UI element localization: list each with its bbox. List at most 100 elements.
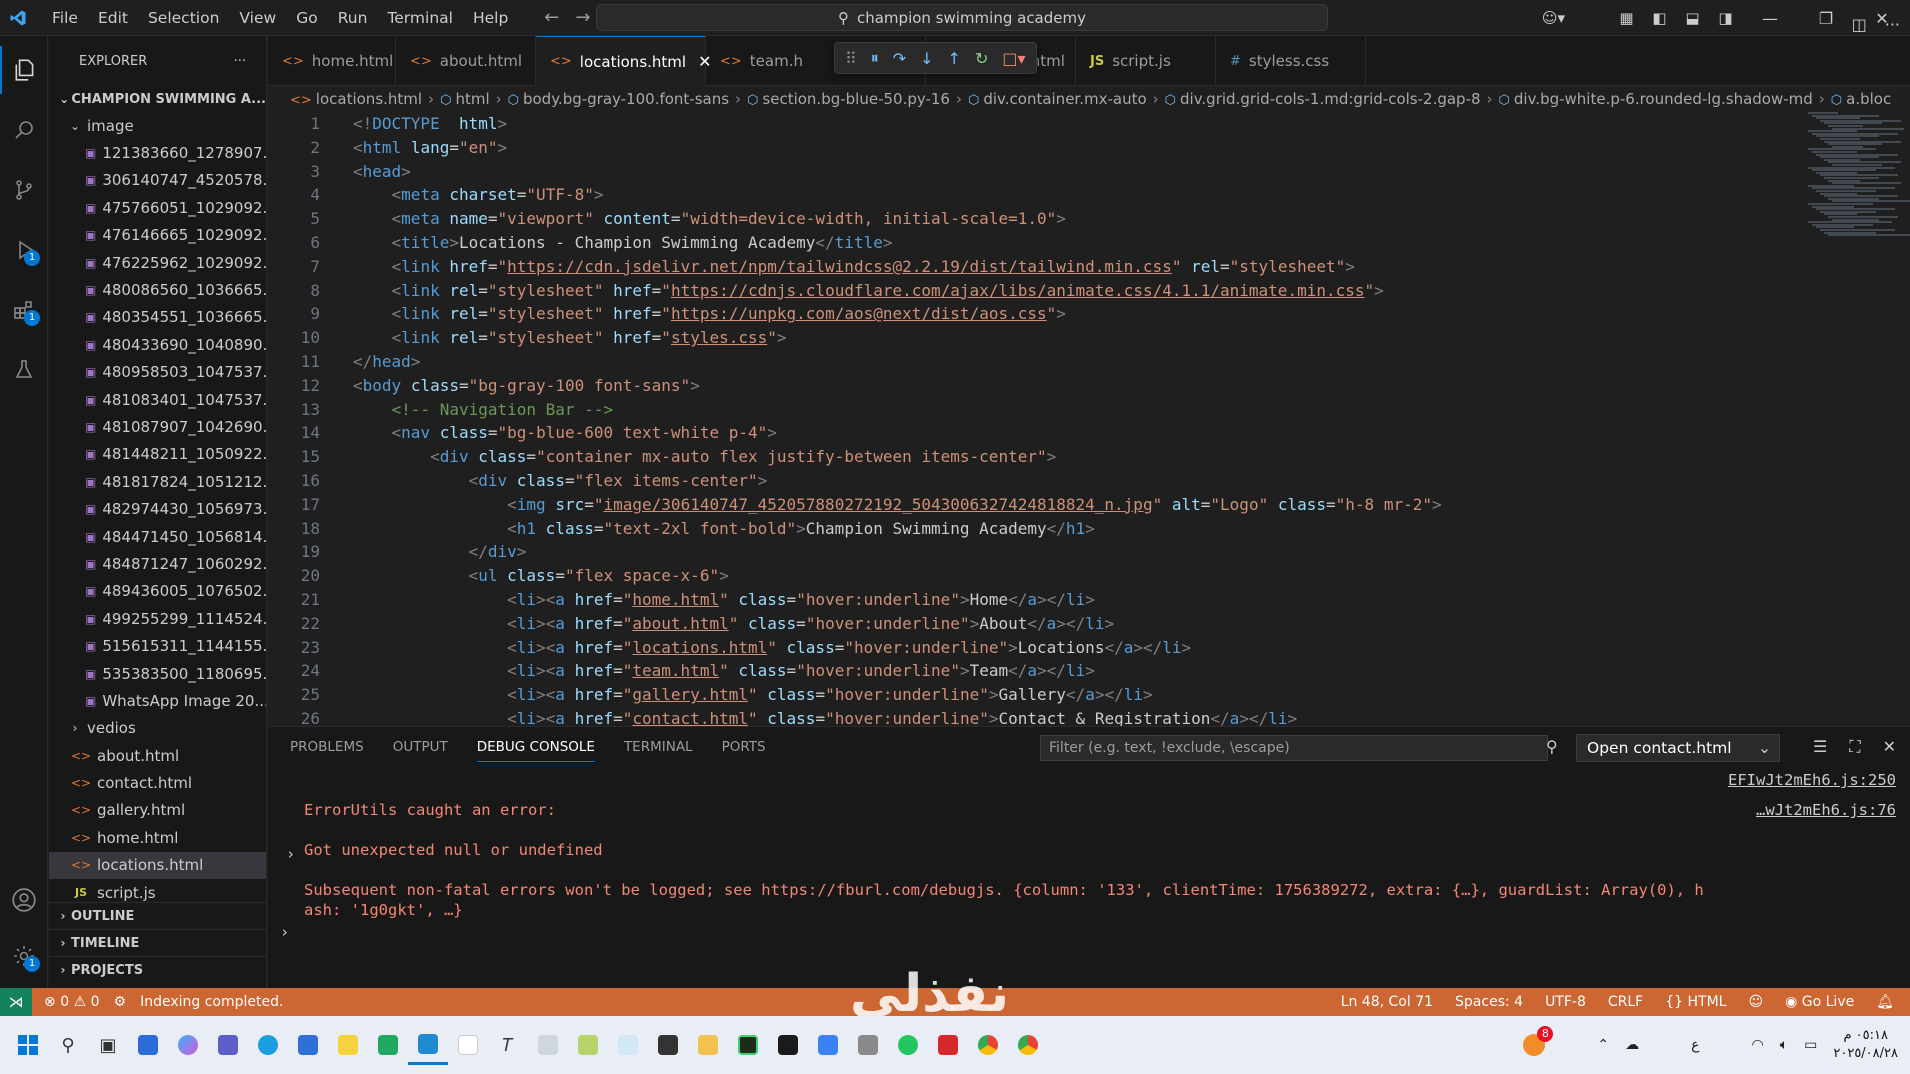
source-link[interactable]: EFIwJt2mEh6.js:250 — [1728, 771, 1896, 789]
file-item[interactable]: ▣ 480354551_1036665... — [49, 304, 266, 331]
restore-icon[interactable]: ❐ — [1798, 9, 1854, 28]
vscode-taskbar-icon[interactable] — [408, 1025, 448, 1065]
breadcrumb-item[interactable]: ⬡ div.container.mx-auto — [968, 90, 1147, 108]
back-arrow-icon[interactable]: ← — [544, 7, 559, 28]
file-item[interactable]: ▣ 489436005_1076502... — [49, 578, 266, 605]
file-item[interactable]: ▣ 484471450_1056814... — [49, 523, 266, 550]
step-into-icon[interactable]: ↓ — [920, 49, 933, 68]
file-item[interactable]: ▣ 476146665_1029092... — [49, 222, 266, 249]
file-item[interactable]: ▣ 515615311_1144155... — [49, 632, 266, 659]
cloud-sync-icon[interactable]: ☁ — [1625, 1037, 1639, 1053]
file-item[interactable]: ▣ 306140747_4520578... — [49, 167, 266, 194]
start-windows-icon[interactable] — [8, 1025, 48, 1065]
tab-script-js[interactable]: JS script.js — [1076, 36, 1216, 86]
file-item[interactable]: ▣ 484871247_1060292... — [49, 550, 266, 577]
end-of-line[interactable]: CRLF — [1608, 994, 1643, 1010]
file-item[interactable]: <> home.html — [49, 824, 266, 851]
projects-section[interactable]: › PROJECTS — [49, 956, 267, 983]
code-editor[interactable]: 1 <!DOCTYPE html> 2 <html lang="en"> 3 <head>… — [268, 112, 1910, 726]
file-item[interactable]: ▣ 482974430_1056973... — [49, 495, 266, 522]
breadcrumb-item[interactable]: ⬡ html — [440, 90, 490, 108]
pause-icon[interactable]: ⏸ — [871, 48, 879, 68]
file-item[interactable]: ▣ 481448211_1050922... — [49, 441, 266, 468]
outline-section[interactable]: › OUTLINE — [49, 902, 267, 929]
debug-status-icon[interactable]: ⚙ — [114, 994, 127, 1010]
copilot-status-icon[interactable]: ☺ — [1748, 994, 1763, 1010]
run-debug-icon[interactable]: 1 — [0, 226, 48, 274]
menu-selection[interactable]: Selection — [138, 0, 229, 36]
step-out-icon[interactable]: ↑ — [948, 49, 961, 68]
encoding[interactable]: UTF-8 — [1545, 994, 1586, 1010]
wifi-icon[interactable]: ◠ — [1752, 1037, 1764, 1053]
file-item[interactable]: ▣ 121383660_1278907... — [49, 139, 266, 166]
task-view-icon[interactable]: ▣ — [88, 1025, 128, 1065]
panel-tab-output[interactable]: OUTPUT — [393, 739, 448, 755]
file-item[interactable]: ▣ 476225962_1029092... — [49, 249, 266, 276]
w3-icon[interactable] — [448, 1025, 488, 1065]
menu-file[interactable]: File — [42, 0, 88, 36]
breadcrumb-item[interactable]: ⬡ body.bg-gray-100.font-sans — [508, 90, 729, 108]
battery-icon[interactable]: ▭ — [1804, 1037, 1817, 1053]
file-item[interactable]: ▣ 481817824_1051212... — [49, 468, 266, 495]
app-icon-photos[interactable] — [608, 1025, 648, 1065]
taskbar-search-icon[interactable]: ⚲ — [48, 1025, 88, 1065]
problems-status[interactable]: ⊗ 0 ⚠ 0 — [44, 994, 100, 1010]
tab-styless-css[interactable]: # styless.css — [1216, 36, 1366, 86]
file-item[interactable]: ▣ 481083401_1047537... — [49, 386, 266, 413]
clock[interactable]: ٠٥:١٨ م ٢٠٢٥/٠٨/٢٨ — [1833, 1027, 1898, 1063]
testing-icon[interactable] — [0, 346, 48, 394]
notification-app-icon[interactable]: 8 — [1523, 1026, 1554, 1056]
explorer-icon[interactable] — [0, 46, 48, 94]
close-panel-icon[interactable]: ✕ — [1883, 737, 1896, 757]
file-item[interactable]: ▣ 475766051_1029092... — [49, 194, 266, 221]
chart-app-icon[interactable] — [808, 1025, 848, 1065]
jetbrains-icon[interactable] — [768, 1025, 808, 1065]
file-item[interactable]: <> gallery.html — [49, 797, 266, 824]
menu-go[interactable]: Go — [286, 0, 328, 36]
file-explorer-icon[interactable] — [688, 1025, 728, 1065]
menu-view[interactable]: View — [229, 0, 286, 36]
notifications-bell-icon[interactable]: 🔔︎ — [1876, 994, 1894, 1010]
app-icon-red-gray[interactable] — [848, 1025, 888, 1065]
step-over-icon[interactable]: ↷ — [893, 49, 906, 68]
drag-handle-icon[interactable]: ⠿ — [845, 49, 857, 68]
command-center-search[interactable]: ⚲ champion swimming academy — [596, 4, 1328, 31]
customize-layout-icon[interactable]: ▦ — [1610, 9, 1643, 27]
indentation[interactable]: Spaces: 4 — [1455, 994, 1523, 1010]
app-icon-blue[interactable] — [288, 1025, 328, 1065]
timeline-section[interactable]: › TIMELINE — [49, 929, 267, 956]
sticky-notes-icon[interactable] — [328, 1025, 368, 1065]
toggle-sidebar-icon[interactable]: ◧ — [1643, 9, 1676, 27]
file-item[interactable]: ▣ 480086560_1036665... — [49, 276, 266, 303]
menu-terminal[interactable]: Terminal — [377, 0, 463, 36]
edge-icon[interactable] — [248, 1025, 288, 1065]
typora-icon[interactable]: 𝑇 — [488, 1025, 528, 1065]
extensions-icon[interactable]: 1 — [0, 286, 48, 334]
folder-vedios[interactable]: › vedios — [49, 715, 266, 742]
menu-edit[interactable]: Edit — [88, 0, 138, 36]
search-view-icon[interactable] — [0, 106, 48, 154]
forward-arrow-icon[interactable]: → — [575, 7, 590, 28]
tab-locations-html[interactable]: <> locations.html ✕ — [536, 36, 711, 86]
source-control-icon[interactable] — [0, 166, 48, 214]
teams-icon[interactable] — [208, 1025, 248, 1065]
remote-icon[interactable]: ⋊ — [0, 988, 32, 1016]
clear-console-icon[interactable]: ☰ — [1813, 737, 1827, 757]
breadcrumb-item[interactable]: ⬡ section.bg-blue-50.py-16 — [747, 90, 950, 108]
panel-tab-problems[interactable]: PROBLEMS — [290, 739, 364, 755]
panel-tab-terminal[interactable]: TERMINAL — [624, 739, 693, 755]
store-icon[interactable] — [128, 1025, 168, 1065]
tab-home-html[interactable]: <> home.html — [268, 36, 396, 86]
console-filter-input[interactable]: Filter (e.g. text, !exclude, \escape) — [1040, 735, 1548, 761]
app-icon-gray[interactable] — [528, 1025, 568, 1065]
file-item[interactable]: ▣ 480958503_1047537... — [49, 359, 266, 386]
split-editor-icon[interactable]: ◫ — [1852, 15, 1867, 34]
workspace-root[interactable]: ⌄ CHAMPION SWIMMING A... — [49, 86, 266, 112]
breadcrumb-item[interactable]: ⬡ a.bloc — [1831, 90, 1891, 108]
minimize-icon[interactable]: — — [1742, 9, 1798, 28]
menu-help[interactable]: Help — [463, 0, 518, 36]
file-item[interactable]: ▣ 480433690_1040890... — [49, 331, 266, 358]
toggle-panel-icon[interactable]: ⬓ — [1676, 9, 1709, 27]
panel-tab-ports[interactable]: PORTS — [722, 739, 766, 755]
file-item[interactable]: <> about.html — [49, 742, 266, 769]
